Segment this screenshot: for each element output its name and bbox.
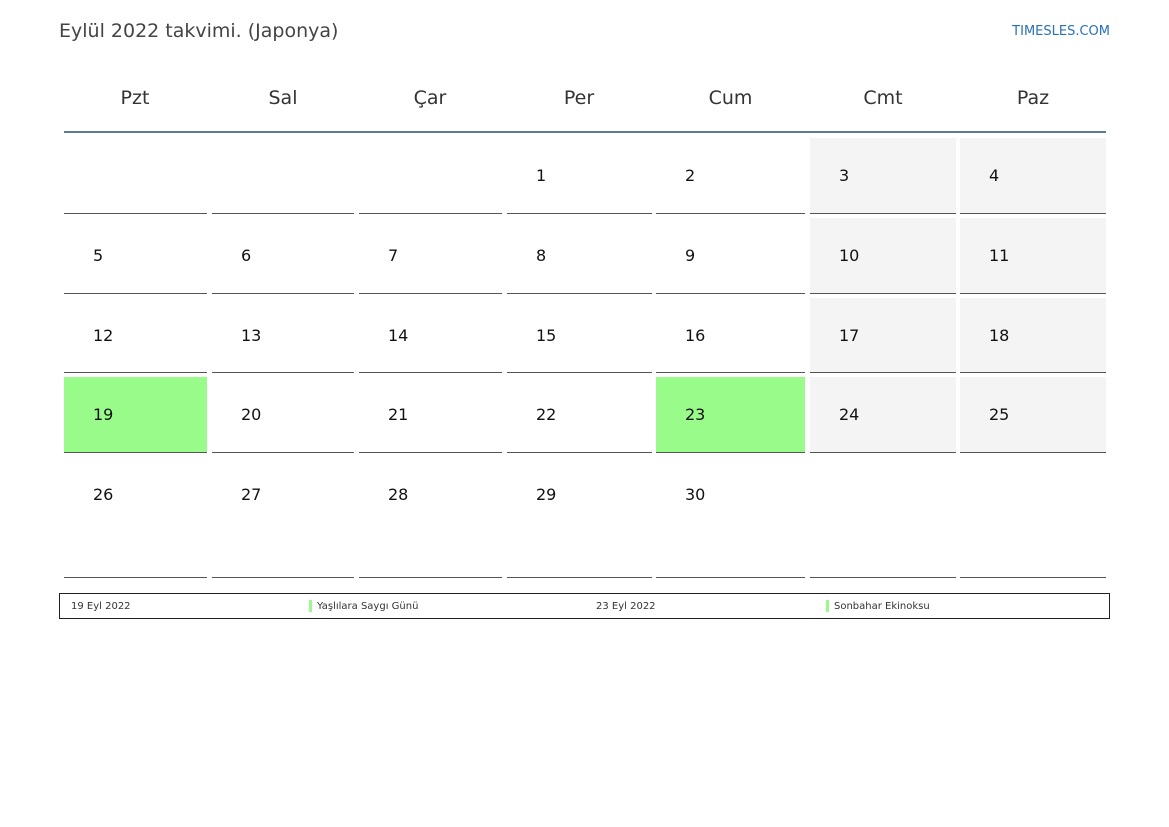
weekday-sat: Cmt [863,87,903,109]
empty-cell [359,138,502,214]
day-cell-28[interactable]: 28 [359,457,502,578]
day-cell-25[interactable]: 25 [960,377,1106,453]
day-cell-17[interactable]: 17 [810,298,956,373]
weekday-wed: Çar [413,87,447,109]
legend-date-2: 23 Eyl 2022 [596,601,656,612]
legend-color-2 [826,600,829,612]
day-number: 29 [536,485,557,504]
day-number: 8 [536,246,547,265]
day-number: 26 [93,485,114,504]
day-number: 15 [536,326,557,345]
day-cell-20[interactable]: 20 [212,377,354,453]
day-cell-24[interactable]: 24 [810,377,956,453]
day-cell-6[interactable]: 6 [212,218,354,294]
day-number: 5 [93,246,104,265]
day-cell-23[interactable]: 23 [656,377,805,453]
day-cell-15[interactable]: 15 [507,298,652,373]
day-number: 19 [93,405,114,424]
day-cell-5[interactable]: 5 [64,218,207,294]
day-number: 9 [685,246,696,265]
header-rule [64,131,1106,133]
legend-color-1 [309,600,312,612]
day-cell-2[interactable]: 2 [656,138,805,214]
legend-holiday-2: Sonbahar Ekinoksu [834,601,930,612]
day-number: 7 [388,246,399,265]
day-cell-1[interactable]: 1 [507,138,652,214]
day-number: 14 [388,326,409,345]
day-number: 11 [989,246,1010,265]
weekday-mon: Pzt [120,87,150,109]
day-number: 28 [388,485,409,504]
day-number: 21 [388,405,409,424]
day-number: 27 [241,485,262,504]
page-title: Eylül 2022 takvimi. (Japonya) [59,20,339,42]
day-number: 10 [839,246,860,265]
day-cell-8[interactable]: 8 [507,218,652,294]
day-number: 13 [241,326,262,345]
legend-date-1: 19 Eyl 2022 [71,601,131,612]
legend-holiday-1: Yaşlılara Saygı Günü [317,601,419,612]
day-cell-27[interactable]: 27 [212,457,354,578]
day-cell-21[interactable]: 21 [359,377,502,453]
day-cell-16[interactable]: 16 [656,298,805,373]
empty-cell [212,138,354,214]
day-cell-4[interactable]: 4 [960,138,1106,214]
day-number: 6 [241,246,252,265]
day-cell-13[interactable]: 13 [212,298,354,373]
day-number: 20 [241,405,262,424]
day-number: 18 [989,326,1010,345]
day-number: 1 [536,166,547,185]
day-cell-22[interactable]: 22 [507,377,652,453]
holiday-legend: 19 Eyl 2022 Yaşlılara Saygı Günü 23 Eyl … [59,593,1110,619]
day-number: 16 [685,326,706,345]
day-cell-26[interactable]: 26 [64,457,207,578]
day-cell-19[interactable]: 19 [64,377,207,453]
day-cell-10[interactable]: 10 [810,218,956,294]
empty-cell [810,457,956,578]
weekday-thu: Per [563,87,595,109]
day-cell-7[interactable]: 7 [359,218,502,294]
day-cell-12[interactable]: 12 [64,298,207,373]
day-cell-3[interactable]: 3 [810,138,956,214]
empty-cell [960,457,1106,578]
weekday-fri: Cum [708,87,753,109]
day-cell-29[interactable]: 29 [507,457,652,578]
day-number: 30 [685,485,706,504]
day-number: 4 [989,166,1000,185]
empty-cell [64,138,207,214]
weekday-sun: Paz [1016,87,1050,109]
day-number: 12 [93,326,114,345]
day-cell-9[interactable]: 9 [656,218,805,294]
day-number: 2 [685,166,696,185]
weekday-tue: Sal [268,87,298,109]
site-link[interactable]: TIMESLES.COM [1012,24,1110,39]
day-cell-30[interactable]: 30 [656,457,805,578]
day-number: 24 [839,405,860,424]
day-number: 23 [685,405,706,424]
weekday-header: Pzt Sal Çar Per Cum Cmt Paz [64,78,1106,131]
day-cell-18[interactable]: 18 [960,298,1106,373]
day-number: 17 [839,326,860,345]
day-number: 3 [839,166,850,185]
day-cell-14[interactable]: 14 [359,298,502,373]
day-number: 22 [536,405,557,424]
day-number: 25 [989,405,1010,424]
day-cell-11[interactable]: 11 [960,218,1106,294]
